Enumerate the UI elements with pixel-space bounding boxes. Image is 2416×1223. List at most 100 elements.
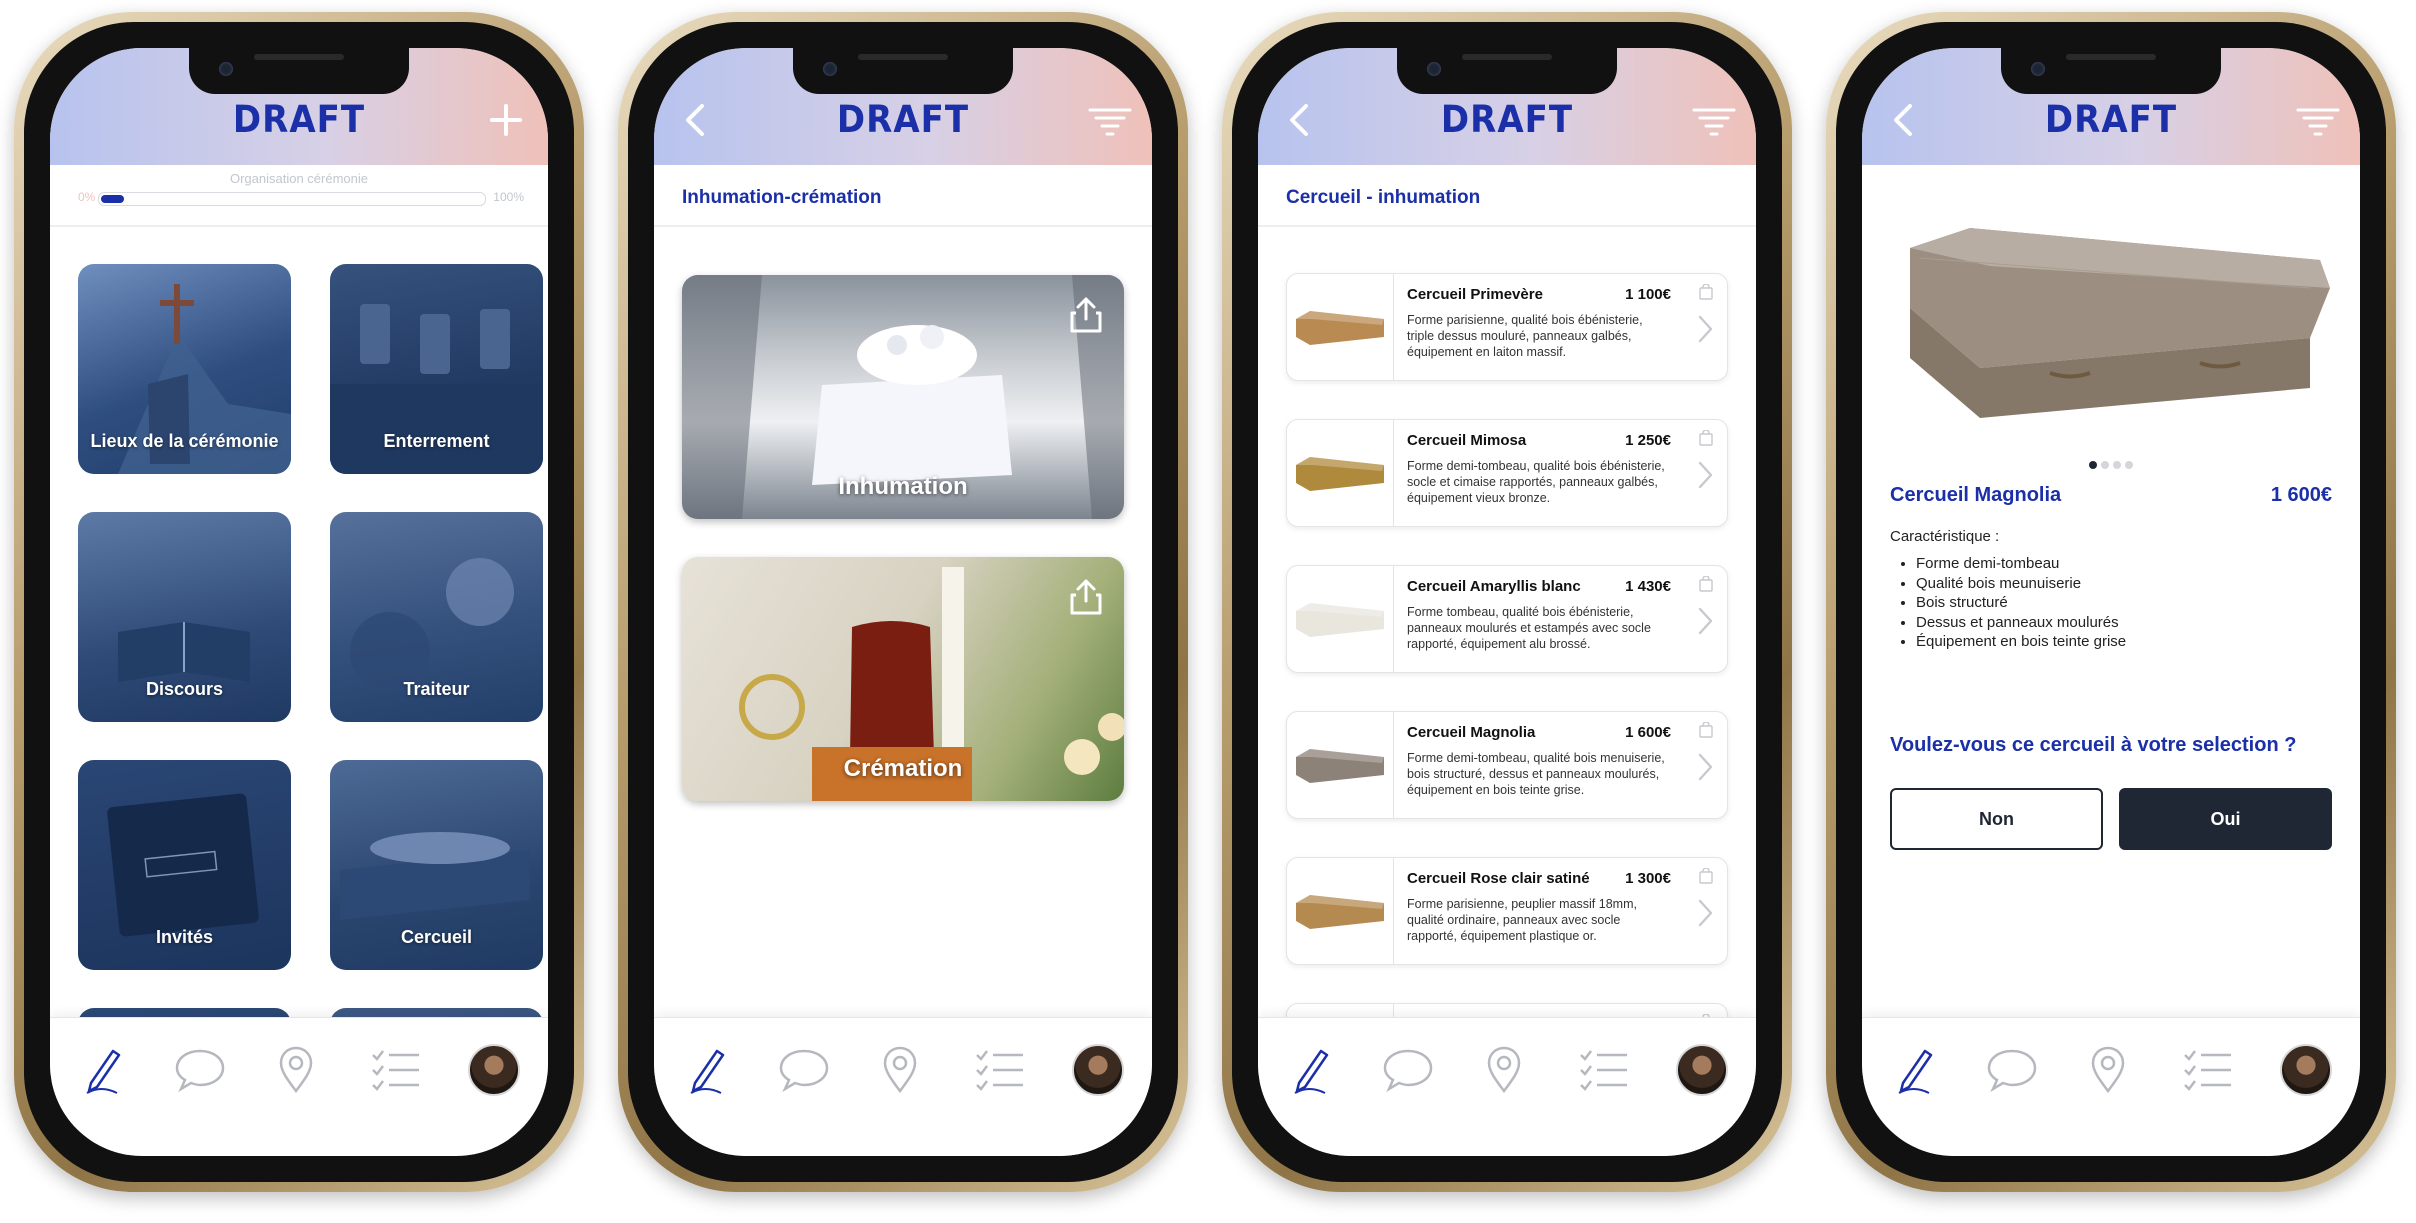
- back-button[interactable]: [676, 98, 720, 142]
- tab-edit[interactable]: [1282, 1040, 1342, 1100]
- filter-button[interactable]: [2296, 98, 2340, 142]
- tab-places[interactable]: [1474, 1040, 1534, 1100]
- tile-label: Cercueil: [400, 927, 473, 947]
- plus-icon: [490, 104, 522, 136]
- carousel-dot[interactable]: [2101, 461, 2109, 469]
- tab-messages[interactable]: [1982, 1040, 2042, 1100]
- product-thumbnail: [1287, 420, 1394, 526]
- product-description: Forme demi-tombeau, qualité bois ébénist…: [1407, 459, 1665, 505]
- section-title: Cercueil - inhumation: [1286, 187, 1481, 208]
- carousel-dots[interactable]: [1862, 456, 2360, 474]
- chevron-right-icon[interactable]: [1695, 460, 1715, 490]
- yes-button[interactable]: Oui: [2119, 788, 2332, 850]
- add-to-selection-icon[interactable]: [1699, 868, 1713, 884]
- tab-checklist[interactable]: [1574, 1040, 1634, 1100]
- tab-messages[interactable]: [170, 1040, 230, 1100]
- carousel-dot[interactable]: [2113, 461, 2121, 469]
- tab-edit[interactable]: [1886, 1040, 1946, 1100]
- tab-messages[interactable]: [774, 1040, 834, 1100]
- product-row[interactable]: Cercueil Rose clair satiné 1 300€ Forme pa…: [1286, 857, 1728, 965]
- pen-icon: [1898, 1049, 1933, 1094]
- coffin-thumbnail-image: [1296, 311, 1384, 345]
- tab-edit[interactable]: [74, 1040, 134, 1100]
- tab-profile[interactable]: [2276, 1040, 2336, 1100]
- tile-discours[interactable]: Discours: [78, 512, 291, 722]
- add-button[interactable]: [484, 98, 528, 142]
- tile-enterrement[interactable]: Enterrement: [330, 264, 543, 474]
- camera-icon: [2031, 62, 2045, 76]
- product-row[interactable]: Cercueil Mimosa 1 250€ Forme demi-tombeau,…: [1286, 419, 1728, 527]
- back-button[interactable]: [1280, 98, 1324, 142]
- product-row[interactable]: Cercueil Amaryllis blanc 1 430€ Forme tomb…: [1286, 565, 1728, 673]
- tile-label: Discours: [145, 679, 224, 699]
- tab-checklist[interactable]: [2178, 1040, 2238, 1100]
- tab-edit[interactable]: [678, 1040, 738, 1100]
- add-to-selection-icon[interactable]: [1699, 576, 1713, 592]
- card-inhumation[interactable]: Inhumation: [682, 275, 1124, 519]
- characteristics-list: Forme demi-tombeau Qualité bois meunuise…: [1890, 554, 2126, 652]
- progress-track: [98, 192, 486, 206]
- characteristics-caption: Caractéristique :: [1890, 528, 2000, 545]
- chevron-right-icon[interactable]: [1695, 752, 1715, 782]
- tab-places[interactable]: [870, 1040, 930, 1100]
- tile-traiteur[interactable]: Traiteur: [330, 512, 543, 722]
- card-cremation[interactable]: Crémation: [682, 557, 1124, 801]
- list-item: Forme demi-tombeau: [1916, 554, 2126, 574]
- tab-places[interactable]: [2078, 1040, 2138, 1100]
- tile-label: Lieux de la cérémonie: [90, 431, 279, 451]
- tab-checklist[interactable]: [970, 1040, 1030, 1100]
- screen-coffin-detail: DRAFT Cercueil Magnolia 1 600€ Caractéri…: [1862, 48, 2360, 1156]
- product-image-carousel[interactable]: [1890, 188, 2332, 448]
- tab-messages[interactable]: [1378, 1040, 1438, 1100]
- location-pin-icon: [883, 1046, 917, 1094]
- tile-invites[interactable]: Invités: [78, 760, 291, 970]
- profile-avatar: [2280, 1044, 2332, 1096]
- share-button[interactable]: [1068, 577, 1104, 617]
- tile-label: Enterrement: [383, 431, 490, 451]
- card-label: Inhumation: [838, 473, 968, 500]
- share-icon: [1070, 297, 1102, 333]
- product-name: Cercueil Magnolia: [1407, 724, 1536, 741]
- back-button[interactable]: [1884, 98, 1928, 142]
- chat-bubble-icon: [1987, 1049, 2037, 1093]
- coffin-thumbnail-image: [1296, 457, 1384, 491]
- screen-home: DRAFT Organisation cérémonie 0% 100% Lie…: [50, 48, 548, 1156]
- app-logo: DRAFT: [232, 98, 366, 142]
- add-to-selection-icon[interactable]: [1699, 430, 1713, 446]
- carousel-dot[interactable]: [2125, 461, 2133, 469]
- tab-places[interactable]: [266, 1040, 326, 1100]
- pen-icon: [690, 1049, 725, 1094]
- chevron-right-icon[interactable]: [1695, 606, 1715, 636]
- tab-checklist[interactable]: [366, 1040, 426, 1100]
- product-name: Cercueil Primevère: [1407, 286, 1543, 303]
- tile-cercueil[interactable]: Cercueil: [330, 760, 543, 970]
- product-description: Forme demi-tombeau, qualité bois menuise…: [1407, 751, 1665, 797]
- tile-lieux-ceremonie[interactable]: Lieux de la cérémonie: [78, 264, 291, 474]
- notch: [2001, 48, 2221, 94]
- tab-profile[interactable]: [1068, 1040, 1128, 1100]
- tab-profile[interactable]: [1672, 1040, 1732, 1100]
- coffin-image: [1910, 228, 2330, 418]
- filter-button[interactable]: [1088, 98, 1132, 142]
- screen-coffin-list: DRAFT Cercueil - inhumation Cercueil Pri…: [1258, 48, 1756, 1156]
- share-button[interactable]: [1068, 295, 1104, 335]
- product-row[interactable]: Cercueil Primevère 1 100€ Forme parisienne…: [1286, 273, 1728, 381]
- no-button[interactable]: Non: [1890, 788, 2103, 850]
- carousel-dot[interactable]: [2089, 461, 2097, 469]
- location-pin-icon: [1487, 1046, 1521, 1094]
- checklist-icon: [372, 1050, 419, 1091]
- tab-bar: [50, 1017, 548, 1156]
- tab-bar: [1862, 1017, 2360, 1156]
- product-thumbnail: [1287, 712, 1394, 818]
- add-to-selection-icon[interactable]: [1699, 284, 1713, 300]
- chevron-right-icon[interactable]: [1695, 314, 1715, 344]
- progress-max-label: 100%: [493, 190, 524, 204]
- tab-profile[interactable]: [464, 1040, 524, 1100]
- product-row[interactable]: Cercueil Magnolia 1 600€ Forme demi-tombea…: [1286, 711, 1728, 819]
- add-to-selection-icon[interactable]: [1699, 722, 1713, 738]
- share-icon: [1070, 579, 1102, 615]
- chevron-right-icon[interactable]: [1695, 898, 1715, 928]
- phone-frame-2: DRAFT Inhumation-crémation Inhumation Cr…: [618, 12, 1188, 1192]
- list-item: Qualité bois meunuiserie: [1916, 574, 2126, 594]
- filter-button[interactable]: [1692, 98, 1736, 142]
